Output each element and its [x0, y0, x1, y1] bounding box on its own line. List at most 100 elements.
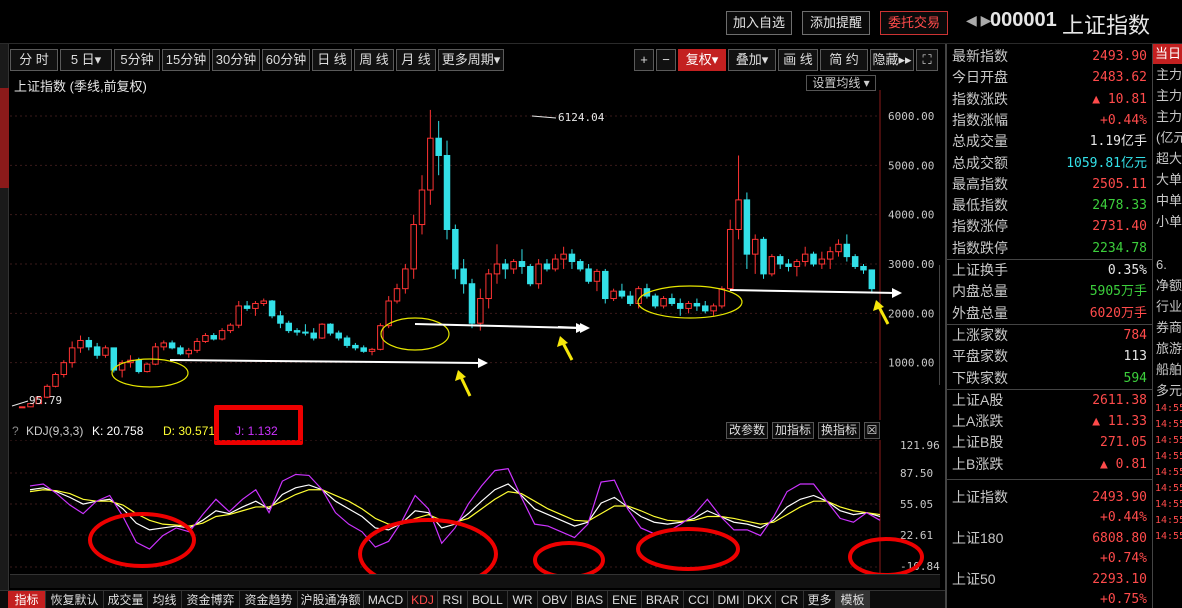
quote-label: 指数涨跌 — [952, 90, 1008, 107]
period-15min[interactable]: 15分钟 — [162, 49, 210, 71]
quote-panel: 最新指数 2493.90 今日开盘 2483.62 指数涨跌 ▲ 10.81 指数涨幅 +0.… — [945, 44, 1152, 608]
tick-time: 14:55 — [1155, 515, 1182, 526]
candle-body — [343, 337, 351, 346]
close-indicator-icon[interactable]: ☒ — [864, 422, 880, 439]
candle-body — [810, 253, 817, 265]
indicator-tab[interactable]: BRAR — [642, 591, 684, 608]
candle-body — [60, 362, 68, 376]
indicator-tab[interactable]: OBV — [538, 591, 572, 608]
price-chart[interactable]: 1000.00 2000.00 3000.00 4000.00 5000.00 6000.… — [10, 90, 940, 420]
indicator-tab[interactable]: BIAS — [572, 591, 608, 608]
period-30min[interactable]: 30分钟 — [212, 49, 260, 71]
candle-body — [152, 346, 159, 365]
quote-label: 指数涨停 — [952, 218, 1008, 235]
period-intraday[interactable]: 分 时 — [10, 49, 58, 71]
indicator-tab[interactable]: 资金博弈 — [182, 591, 240, 608]
indicator-tab[interactable]: 指标 — [8, 591, 46, 608]
help-icon[interactable]: ? — [12, 424, 19, 438]
candle-body — [402, 268, 409, 290]
indicator-tab[interactable]: ENE — [608, 591, 642, 608]
capital-flow-item: (亿元 — [1156, 130, 1182, 145]
entrust-trade-button[interactable]: 委托交易 — [880, 11, 948, 35]
fullscreen-icon[interactable]: ⛶ — [916, 49, 938, 71]
hide-panel-button[interactable]: 隐藏▸▸ — [870, 49, 914, 71]
period-5day[interactable]: 5 日▾ — [60, 49, 112, 71]
indicator-tabs: 指标 恢复默认 成交量 均线 资金博弈 资金趋势 沪股通净额 MACD KDJ RSI BOLL WR… — [0, 590, 945, 608]
quote-label: 总成交量 — [952, 133, 1008, 150]
indicator-tab[interactable]: 资金趋势 — [240, 591, 298, 608]
quote-row: 指数跌停 2234.78 — [950, 238, 1150, 259]
quote-row: 上B涨跌 ▲ 0.81 — [950, 454, 1150, 475]
add-alert-button[interactable]: 添加提醒 — [802, 11, 870, 35]
ma-settings-dropdown[interactable]: 设置均线 ▾ — [806, 75, 876, 91]
candle-body — [610, 290, 617, 300]
candle-body — [543, 263, 551, 270]
draw-line-button[interactable]: 画 线 — [778, 49, 818, 71]
indicator-tab[interactable]: 模板 — [836, 591, 870, 608]
add-watchlist-button[interactable]: 加入自选 — [726, 11, 792, 35]
more-periods-dropdown[interactable]: 更多周期▾ — [438, 49, 504, 71]
period-weekly[interactable]: 周 线 — [354, 49, 394, 71]
quote-row: 总成交额 1059.81亿元 — [950, 153, 1150, 174]
low-price-label: 95.79 — [29, 394, 62, 407]
support-arrow-head — [580, 323, 590, 333]
indicator-tab[interactable]: WR — [508, 591, 538, 608]
overlay-dropdown[interactable]: 叠加▾ — [728, 49, 776, 71]
candle-body — [210, 335, 218, 340]
index-row[interactable]: 上证180 6808.80 — [950, 528, 1150, 549]
candle-body — [443, 154, 451, 230]
period-5min[interactable]: 5分钟 — [114, 49, 160, 71]
indicator-tab[interactable]: 成交量 — [104, 591, 148, 608]
indicator-tab[interactable]: RSI — [438, 591, 468, 608]
indicator-tab[interactable]: CCI — [684, 591, 714, 608]
candle-body — [552, 258, 559, 270]
adjust-price-dropdown[interactable]: 复权▾ — [678, 49, 726, 71]
indicator-tab[interactable]: 恢复默认 — [46, 591, 104, 608]
indicator-tab[interactable]: DMI — [714, 591, 744, 608]
quote-value: 2731.40 — [1092, 219, 1147, 235]
quote-value: 2505.11 — [1092, 176, 1147, 192]
quote-row: 内盘总量 5905万手 — [950, 281, 1150, 302]
tick-time: 14:55 — [1155, 467, 1182, 478]
kdj-k-value: K: 20.758 — [92, 424, 144, 438]
tick-time: 14:55 — [1155, 435, 1182, 446]
simple-mode-button[interactable]: 简 约 — [820, 49, 868, 71]
indicator-tab[interactable]: 均线 — [148, 591, 182, 608]
kdj-chart[interactable]: -10.8422.6155.0587.50121.96 — [10, 440, 940, 574]
quote-label: 上A涨跌 — [952, 413, 1004, 430]
period-60min[interactable]: 60分钟 — [262, 49, 310, 71]
left-sidebar[interactable] — [0, 44, 9, 608]
period-monthly[interactable]: 月 线 — [396, 49, 436, 71]
support-arrow-line — [557, 326, 583, 329]
oversold-circle — [848, 537, 924, 574]
period-daily[interactable]: 日 线 — [312, 49, 352, 71]
low-leader-line — [11, 400, 29, 407]
quote-value: 1059.81亿元 — [1066, 155, 1147, 171]
indicator-tab[interactable]: MACD — [364, 591, 408, 608]
candle-body — [160, 342, 168, 348]
candle-body — [468, 283, 476, 324]
price-tick-label: 2000.00 — [888, 307, 934, 320]
candle-body — [268, 300, 276, 317]
indicator-tab[interactable]: 沪股通净额 — [298, 591, 364, 608]
quote-row: 上涨家数 784 — [950, 325, 1150, 346]
indicator-tab[interactable]: DKX — [744, 591, 776, 608]
candle-body — [502, 263, 509, 270]
chart-scrollbar[interactable] — [10, 574, 940, 588]
indicator-tab[interactable]: 更多 — [804, 591, 836, 608]
capital-flow-header[interactable]: 当日 — [1153, 44, 1182, 64]
index-row[interactable]: 上证指数 2493.90 — [950, 487, 1150, 508]
switch-indicator-button[interactable]: 换指标 — [818, 422, 860, 439]
zoom-in-button[interactable]: + — [634, 49, 654, 71]
indicator-tab[interactable]: CR — [776, 591, 804, 608]
indicator-tab[interactable]: BOLL — [468, 591, 508, 608]
zoom-out-button[interactable]: − — [656, 49, 676, 71]
index-row[interactable]: 上证50 2293.10 — [950, 569, 1150, 590]
sidebar-selected-tab[interactable] — [0, 88, 9, 188]
prev-next-stock-icon[interactable]: ◀ ▶ — [966, 12, 991, 29]
change-params-button[interactable]: 改参数 — [726, 422, 768, 439]
add-indicator-button[interactable]: 加指标 — [772, 422, 814, 439]
quote-row: 上A涨跌 ▲ 11.33 — [950, 411, 1150, 432]
index-pct: +0.75% — [1100, 592, 1147, 607]
indicator-tab[interactable]: KDJ — [408, 591, 438, 608]
